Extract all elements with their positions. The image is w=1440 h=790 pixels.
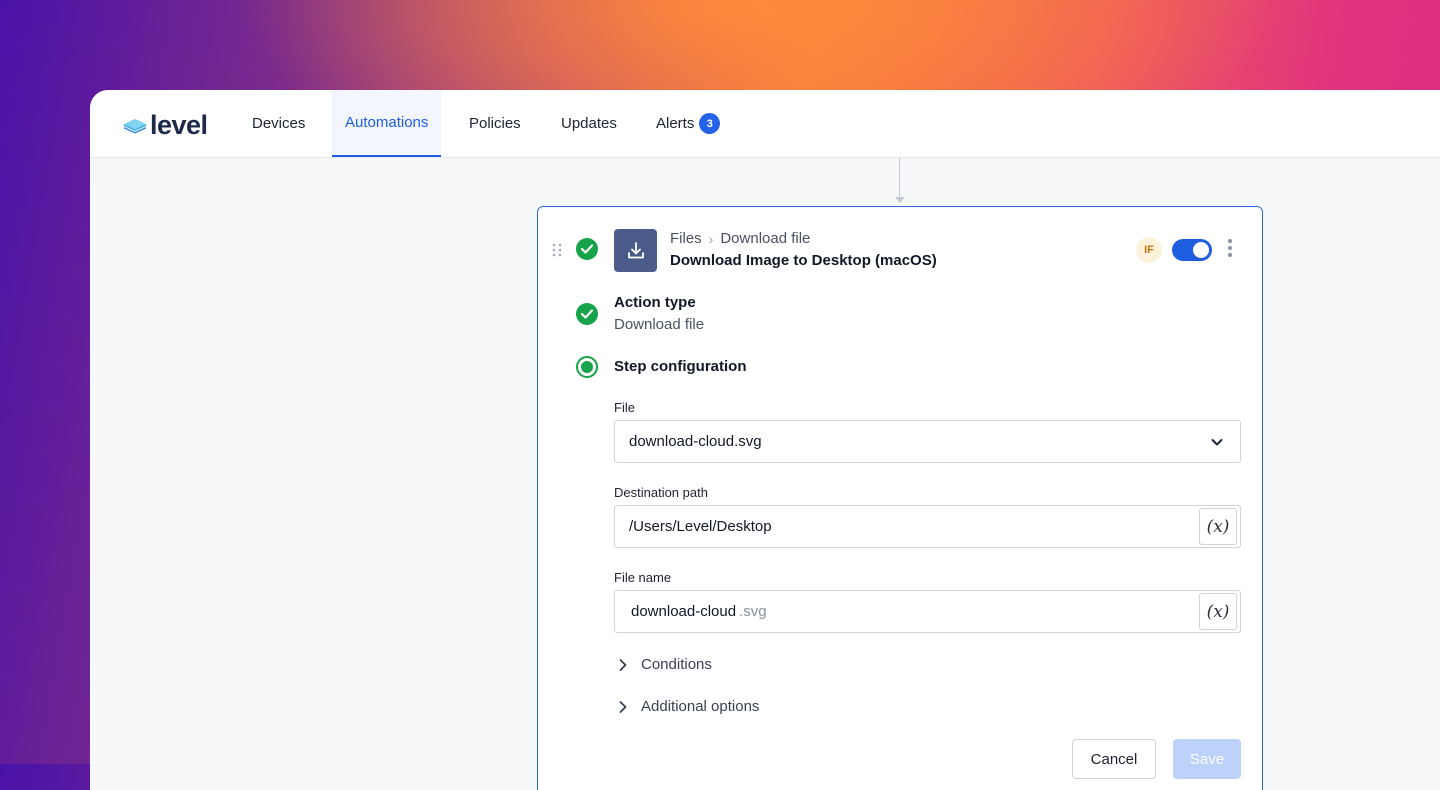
step-card: Files › Download file Download Image to …	[537, 206, 1263, 790]
nav-automations[interactable]: Automations	[332, 90, 442, 157]
cancel-button[interactable]: Cancel	[1072, 739, 1156, 779]
breadcrumb-child: Download file	[720, 230, 811, 247]
if-condition-badge[interactable]: IF	[1136, 237, 1162, 263]
nav-updates[interactable]: Updates	[561, 90, 617, 157]
brand-logo[interactable]: level	[123, 110, 208, 141]
step-breadcrumb: Files › Download file	[670, 230, 810, 247]
file-select[interactable]: download-cloud.svg	[614, 420, 1241, 463]
step-configuration-radio-icon	[576, 356, 598, 378]
file-name-input[interactable]: download-cloud .svg (x)	[614, 590, 1241, 633]
nav-policies[interactable]: Policies	[469, 90, 521, 157]
save-button[interactable]: Save	[1173, 739, 1241, 779]
step-complete-check-icon	[576, 238, 598, 260]
flow-connector	[899, 158, 900, 200]
additional-options-expander[interactable]: Additional options	[618, 698, 759, 715]
action-type-value: Download file	[614, 316, 705, 333]
step-enabled-toggle[interactable]	[1172, 239, 1212, 261]
chevron-right-icon	[619, 658, 627, 671]
step-title: Download Image to Desktop (macOS)	[670, 252, 937, 269]
file-name-label: File name	[614, 570, 672, 585]
action-type-label[interactable]: Action type	[614, 294, 696, 311]
file-label: File	[614, 400, 635, 415]
file-name-value: download-cloud .svg	[631, 603, 767, 620]
chevron-right-icon	[619, 700, 627, 713]
insert-variable-button[interactable]: (x)	[1199, 508, 1237, 545]
nav-devices[interactable]: Devices	[252, 90, 305, 157]
file-select-value: download-cloud.svg	[629, 433, 762, 450]
destination-path-input[interactable]: /Users/Level/Desktop (x)	[614, 505, 1241, 548]
conditions-label: Conditions	[641, 656, 712, 673]
nav-alerts[interactable]: Alerts 3	[656, 90, 721, 157]
nav-alerts-label: Alerts	[656, 115, 695, 132]
destination-path-label: Destination path	[614, 485, 708, 500]
download-icon	[614, 229, 657, 272]
level-logo-icon	[124, 118, 146, 133]
drag-handle-icon[interactable]	[552, 243, 562, 257]
top-navigation: level Devices Automations Policies Updat…	[90, 90, 1440, 158]
toggle-knob	[1193, 242, 1209, 258]
alerts-count-badge: 3	[699, 113, 721, 134]
insert-variable-button[interactable]: (x)	[1199, 593, 1237, 630]
file-name-extension: .svg	[739, 603, 767, 620]
chevron-down-icon	[1211, 439, 1223, 446]
step-configuration-label: Step configuration	[614, 358, 747, 375]
breadcrumb-parent[interactable]: Files	[670, 230, 702, 247]
brand-name: level	[150, 110, 208, 140]
conditions-expander[interactable]: Conditions	[618, 656, 712, 673]
app-window: level Devices Automations Policies Updat…	[90, 90, 1440, 790]
breadcrumb-chevron-icon: ›	[708, 230, 714, 247]
action-type-check-icon	[576, 303, 598, 325]
flow-connector-arrow	[895, 197, 905, 203]
additional-options-label: Additional options	[641, 698, 760, 715]
file-name-base: download-cloud	[631, 603, 737, 620]
more-options-icon[interactable]	[1225, 239, 1235, 257]
destination-path-value: /Users/Level/Desktop	[629, 518, 772, 535]
